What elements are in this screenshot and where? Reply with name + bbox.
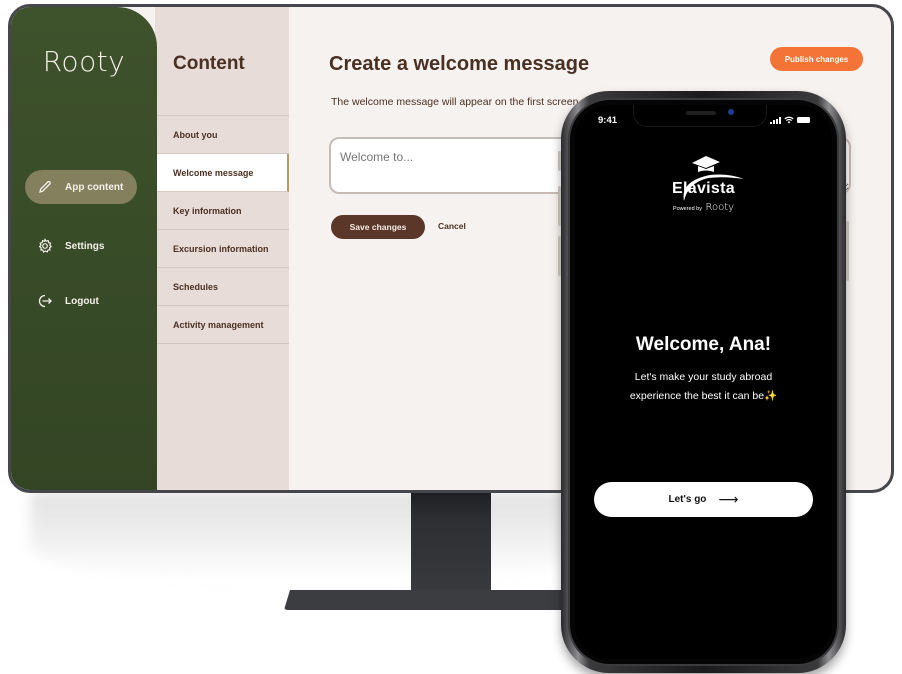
pencil-icon — [39, 180, 51, 193]
welcome-subtitle: Let's make your study abroad experience … — [575, 368, 832, 406]
powered-by-brand: Rooty — [705, 202, 735, 213]
status-icons — [770, 116, 810, 124]
cancel-button[interactable]: Cancel — [438, 221, 466, 231]
signal-icon — [770, 116, 781, 124]
phone-volume-up — [558, 186, 561, 226]
submenu-item-schedules[interactable]: Schedules — [155, 268, 289, 306]
brand-name: Elavista — [672, 180, 735, 197]
camera — [728, 109, 734, 115]
submenu-item-excursion-information[interactable]: Excursion information — [155, 230, 289, 268]
phone-volume-down — [558, 236, 561, 276]
powered-by: Powered by Rooty — [575, 202, 832, 213]
welcome-line-2: experience the best it can be✨ — [629, 390, 778, 402]
save-changes-button[interactable]: Save changes — [331, 215, 425, 239]
phone-notch — [633, 105, 767, 127]
nav-settings[interactable]: Settings — [25, 229, 137, 263]
wifi-icon — [784, 116, 794, 124]
submenu-item-welcome-message[interactable]: Welcome message — [155, 154, 289, 192]
nav-label: Settings — [65, 240, 105, 252]
welcome-line-1: Let's make your study abroad — [634, 371, 773, 383]
powered-by-label: Powered by — [672, 206, 702, 212]
sidebar: Rooty App content Settings Logout — [11, 7, 157, 490]
page-description: The welcome message will appear on the f… — [331, 96, 579, 108]
battery-icon — [797, 117, 810, 123]
welcome-title: Welcome, Ana! — [635, 334, 772, 355]
phone-screen: 9:41 Elavista Powered by Rooty Welcome, … — [575, 105, 832, 659]
status-time: 9:41 — [598, 115, 618, 126]
rooty-logo: Rooty — [42, 45, 126, 78]
nav-logout[interactable]: Logout — [25, 284, 137, 318]
phone-mute-switch — [558, 151, 561, 171]
monitor-stand-neck — [411, 490, 491, 598]
phone-power-button — [846, 221, 849, 281]
lets-go-label: Let's go — [668, 494, 707, 505]
nav-app-content[interactable]: App content — [25, 170, 137, 204]
content-submenu: Content About you Welcome message Key in… — [155, 7, 289, 490]
gear-icon — [38, 238, 53, 253]
monitor-shadow — [30, 492, 590, 582]
nav-label: App content — [65, 181, 124, 193]
submenu-item-activity-management[interactable]: Activity management — [155, 306, 289, 344]
lets-go-button[interactable]: Let's go ⟶ — [594, 482, 813, 517]
publish-changes-button[interactable]: Publish changes — [770, 47, 863, 71]
sparkle-icon: ✨ — [764, 390, 778, 402]
arrow-right-icon: ⟶ — [718, 491, 739, 507]
page-title: Create a welcome message — [329, 53, 590, 75]
submenu-item-about-you[interactable]: About you — [155, 116, 289, 154]
nav-label: Logout — [65, 295, 99, 307]
monitor-stand-base — [284, 590, 584, 610]
submenu-title: Content — [173, 53, 245, 74]
speaker — [686, 111, 716, 115]
submenu-item-key-information[interactable]: Key information — [155, 192, 289, 230]
phone-mockup: 9:41 Elavista Powered by Rooty Welcome, … — [558, 91, 849, 673]
logout-icon — [38, 294, 52, 308]
